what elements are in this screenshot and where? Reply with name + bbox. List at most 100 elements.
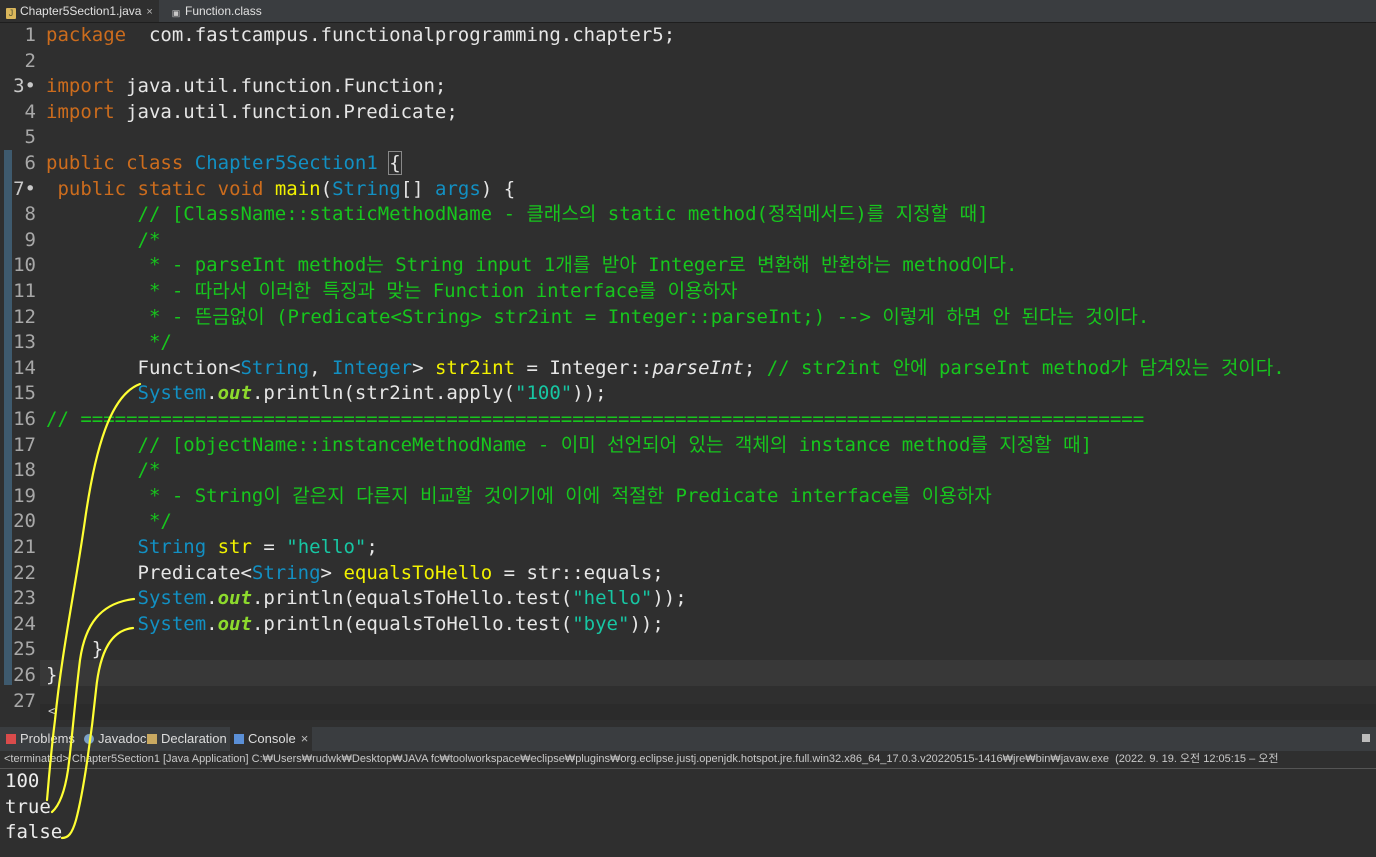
code-line: 7• public static void main(String[] args… — [0, 177, 1376, 203]
code-line: 25 } — [0, 637, 1376, 663]
line-number: 3• — [13, 75, 36, 98]
code-text: package com.fastcampus.functionalprogram… — [46, 24, 676, 46]
line-number: 27 — [13, 689, 36, 712]
code-line: 3• import java.util.function.Function; — [0, 74, 1376, 100]
javadoc-icon — [84, 734, 94, 744]
line-number: 15 — [13, 382, 36, 405]
tab-label: Problems — [20, 731, 75, 746]
code-line: 26} — [0, 663, 1376, 689]
code-line: 21 String str = "hello"; — [0, 535, 1376, 561]
line-number: 16 — [13, 408, 36, 430]
code-text: // [ClassName::staticMethodName - 클래스의 s… — [137, 203, 989, 226]
line-number: 19 — [13, 484, 36, 507]
tab-label: Function.class — [185, 4, 262, 18]
code-line: 17 // [objectName::instanceMethodName - … — [0, 433, 1376, 459]
line-number: 8 — [24, 203, 36, 226]
code-text: public class Chapter5Section1 { — [46, 151, 402, 175]
panel-tab-bar: Problems Javadoc Declaration Console × — [0, 727, 1376, 751]
code-text: } — [46, 638, 104, 661]
code-line: 19 * - String이 같은지 다른지 비교할 것이기에 이에 적절한 P… — [0, 484, 1376, 510]
code-text: * - String이 같은지 다른지 비교할 것이기에 이에 적절한 Pred… — [148, 484, 992, 507]
line-number: 17 — [13, 433, 36, 456]
editor-tab-bar: J Chapter5Section1.java × ▣ Function.class — [0, 0, 1376, 23]
close-icon[interactable]: × — [301, 731, 309, 746]
code-text: * - parseInt method는 String input 1개를 받아… — [148, 254, 1018, 277]
code-text: System.out.println(equalsToHello.test("h… — [137, 587, 687, 610]
console-status: <terminated> Chapter5Section1 [Java Appl… — [0, 751, 1376, 769]
code-line: 12 * - 뜬금없이 (Predicate<String> str2int =… — [0, 305, 1376, 331]
code-text: /* — [137, 459, 161, 482]
line-number: 9 — [24, 228, 36, 251]
line-number: 1 — [24, 24, 36, 46]
code-line: 10 * - parseInt method는 String input 1개를… — [0, 253, 1376, 279]
line-number: 11 — [13, 280, 36, 302]
code-line: 24 System.out.println(equalsToHello.test… — [0, 612, 1376, 638]
code-text: System.out.println(str2int.apply("100"))… — [137, 382, 607, 405]
class-file-icon: ▣ — [171, 8, 181, 18]
code-text: } — [46, 664, 58, 686]
code-line: 16 // ===================================… — [0, 407, 1376, 433]
code-line: 22 Predicate<String> equalsToHello = str… — [0, 561, 1376, 587]
tab-label: Console — [248, 731, 296, 746]
code-line: 11 * - 따라서 이러한 특징과 맞는 Function interface… — [0, 279, 1376, 305]
code-text: // =====================================… — [46, 408, 1145, 430]
problems-icon — [6, 734, 16, 744]
code-line: 15 System.out.println(str2int.apply("100… — [0, 381, 1376, 407]
line-number: 25 — [13, 638, 36, 661]
tab-declaration[interactable]: Declaration — [147, 727, 227, 751]
line-number: 13 — [13, 331, 36, 354]
console-icon — [234, 734, 244, 744]
code-line: 18 /* — [0, 458, 1376, 484]
tab-problems[interactable]: Problems — [6, 727, 75, 751]
line-number: 24 — [13, 612, 36, 635]
code-editor[interactable]: 1 package com.fastcampus.functionalprogra… — [0, 23, 1376, 720]
declaration-icon — [147, 734, 157, 744]
java-file-icon: J — [6, 8, 16, 19]
console-output[interactable]: 100 true false — [0, 769, 1376, 857]
code-text: import java.util.function.Function; — [46, 75, 447, 98]
code-text: * - 뜬금없이 (Predicate<String> str2int = In… — [148, 305, 1150, 328]
line-number: 18 — [13, 459, 36, 482]
tab-javadoc[interactable]: Javadoc — [84, 727, 146, 751]
tab-chapter5section1-java[interactable]: J Chapter5Section1.java × — [0, 0, 159, 22]
code-text: * - 따라서 이러한 특징과 맞는 Function interface를 이… — [148, 280, 738, 302]
scroll-left-icon[interactable]: < — [48, 704, 55, 718]
line-number: 4 — [24, 100, 36, 123]
code-text: */ — [148, 510, 172, 533]
code-line: 4 import java.util.function.Predicate; — [0, 100, 1376, 126]
tab-function-class[interactable]: ▣ Function.class — [165, 0, 268, 22]
line-number: 10 — [13, 254, 36, 277]
code-text: /* — [137, 228, 161, 251]
line-number: 6 — [24, 152, 36, 174]
line-number: 22 — [13, 561, 36, 584]
code-line: 13 */ — [0, 330, 1376, 356]
code-text: Predicate<String> equalsToHello = str::e… — [46, 561, 664, 584]
code-line: 1 package com.fastcampus.functionalprogra… — [0, 23, 1376, 49]
line-number: 12 — [13, 305, 36, 328]
code-line: 8 // [ClassName::staticMethodName - 클래스의… — [0, 202, 1376, 228]
tab-label: Declaration — [161, 731, 227, 746]
tab-label: Javadoc — [98, 731, 147, 746]
minimize-icon[interactable] — [1362, 734, 1370, 742]
line-number: 20 — [13, 510, 36, 533]
line-number: 21 — [13, 536, 36, 558]
console-line: true — [5, 795, 51, 818]
console-line: 100 — [5, 770, 40, 792]
line-number: 23 — [13, 587, 36, 610]
code-text: */ — [148, 331, 172, 354]
line-number: 7• — [13, 177, 36, 200]
line-number: 5 — [24, 126, 36, 149]
code-text: String str = "hello"; — [137, 536, 378, 558]
horizontal-scrollbar[interactable]: < — [40, 704, 1376, 720]
code-line: 6 public class Chapter5Section1 { — [0, 151, 1376, 177]
line-number: 26 — [13, 664, 36, 686]
console-line: false — [5, 821, 63, 844]
code-text: // [objectName::instanceMethodName - 이미 … — [137, 433, 1093, 456]
close-icon[interactable]: × — [146, 6, 152, 18]
code-line: 9 /* — [0, 228, 1376, 254]
line-number: 2 — [24, 49, 36, 72]
code-line: 5 — [0, 125, 1376, 151]
tab-console[interactable]: Console × — [230, 727, 313, 751]
code-line: 2 — [0, 49, 1376, 75]
code-text: Function<String, Integer> str2int = Inte… — [46, 356, 1285, 379]
